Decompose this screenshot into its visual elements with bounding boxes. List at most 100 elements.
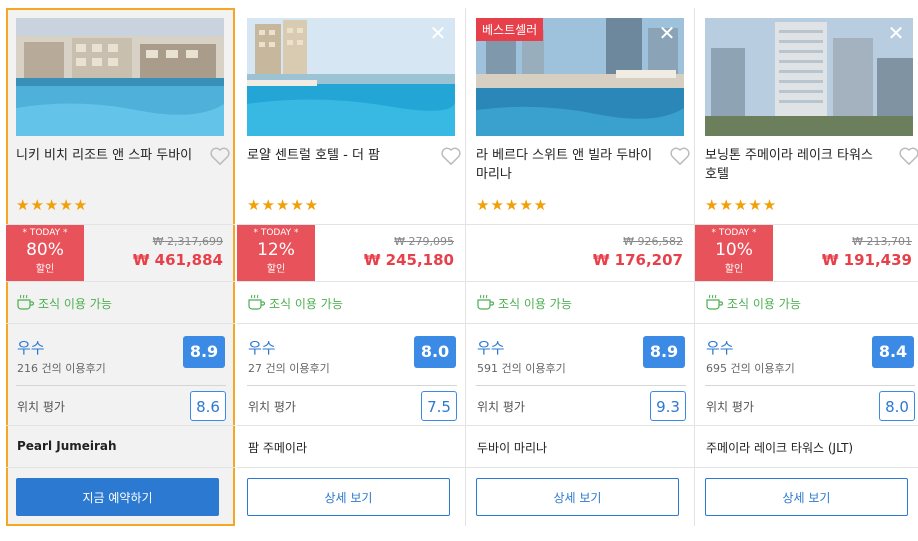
breakfast-label: 조식 이용 가능 bbox=[269, 297, 343, 311]
heart-icon[interactable] bbox=[209, 146, 231, 166]
hotel-name[interactable]: 로얄 센트럴 호텔 - 더 팜 bbox=[247, 146, 427, 165]
today-label: * TODAY * bbox=[22, 228, 68, 238]
card-footer: 상세 보기 bbox=[237, 467, 466, 528]
heart-icon[interactable] bbox=[440, 146, 462, 166]
location-score-badge: 8.6 bbox=[190, 391, 226, 421]
card-footer: 상세 보기 bbox=[466, 467, 695, 528]
original-price: ₩ 926,582 bbox=[623, 235, 683, 248]
review-label: 우수 bbox=[17, 339, 45, 357]
breakfast-label: 조식 이용 가능 bbox=[498, 297, 572, 311]
close-icon[interactable]: ✕ bbox=[887, 23, 905, 43]
review-summary: 우수 695 건의 이용후기 8.4 bbox=[695, 323, 918, 386]
review-count[interactable]: 695 건의 이용후기 bbox=[706, 360, 795, 376]
breakfast-info: 조식 이용 가능 bbox=[695, 281, 918, 324]
coffee-cup-icon bbox=[17, 294, 34, 310]
location-rating: 위치 평가 7.5 bbox=[247, 385, 457, 426]
close-icon[interactable]: ✕ bbox=[429, 23, 447, 43]
breakfast-info: 조식 이용 가능 bbox=[6, 281, 235, 324]
today-discount-badge: * TODAY * 12% 할인 bbox=[237, 225, 315, 282]
location-score-badge: 8.0 bbox=[879, 391, 915, 421]
star-rating: ★★★★★ bbox=[16, 196, 89, 214]
sale-price: ₩ 245,180 bbox=[363, 251, 454, 269]
review-label: 우수 bbox=[248, 339, 276, 357]
review-label: 우수 bbox=[477, 339, 505, 357]
price-row: ₩ 926,582 ₩ 176,207 bbox=[466, 224, 695, 282]
sale-price: ₩ 191,439 bbox=[821, 251, 912, 269]
breakfast-info: 조식 이용 가능 bbox=[237, 281, 466, 324]
review-score-badge: 8.4 bbox=[872, 336, 914, 368]
hotel-card[interactable]: ✕ 보닝톤 주메이라 레이크 타워스 호텔 ★★★★★ * TODAY * 10… bbox=[695, 8, 918, 526]
coffee-cup-icon bbox=[477, 294, 494, 310]
hotel-photo[interactable]: ✕ bbox=[247, 18, 455, 136]
price-row: * TODAY * 12% 할인 ₩ 279,095 ₩ 245,180 bbox=[237, 224, 466, 282]
hotel-name[interactable]: 니키 비치 리조트 앤 스파 두바이 bbox=[16, 146, 196, 165]
hotel-card[interactable]: 베스트셀러 ✕ 라 베르다 스위트 앤 빌라 두바이 마리나 ★★★★★ ₩ 9… bbox=[466, 8, 695, 526]
breakfast-label: 조식 이용 가능 bbox=[38, 297, 112, 311]
discount-suffix: 할인 bbox=[35, 264, 55, 275]
review-score-badge: 8.9 bbox=[643, 336, 685, 368]
review-score-badge: 8.0 bbox=[414, 336, 456, 368]
hotel-area: Pearl Jumeirah bbox=[6, 425, 235, 468]
price-row: * TODAY * 80% 할인 ₩ 2,317,699 ₩ 461,884 bbox=[6, 224, 235, 282]
price-row: * TODAY * 10% 할인 ₩ 213,701 ₩ 191,439 bbox=[695, 224, 918, 282]
original-price: ₩ 213,701 bbox=[852, 235, 912, 248]
review-summary: 우수 27 건의 이용후기 8.0 bbox=[237, 323, 466, 386]
sale-price: ₩ 176,207 bbox=[592, 251, 683, 269]
breakfast-info: 조식 이용 가능 bbox=[466, 281, 695, 324]
book-now-button[interactable]: 지금 예약하기 bbox=[16, 478, 219, 516]
original-price: ₩ 2,317,699 bbox=[152, 235, 223, 248]
today-discount-badge: * TODAY * 80% 할인 bbox=[6, 225, 84, 282]
card-footer: 지금 예약하기 bbox=[6, 467, 235, 528]
area-name: Pearl Jumeirah bbox=[17, 439, 117, 453]
coffee-cup-icon bbox=[248, 294, 265, 310]
location-label: 위치 평가 bbox=[17, 400, 65, 414]
review-count[interactable]: 27 건의 이용후기 bbox=[248, 360, 330, 376]
location-rating: 위치 평가 9.3 bbox=[476, 385, 686, 426]
sale-price: ₩ 461,884 bbox=[132, 251, 223, 269]
heart-icon[interactable] bbox=[669, 146, 691, 166]
review-score-badge: 8.9 bbox=[183, 336, 225, 368]
location-rating: 위치 평가 8.6 bbox=[16, 385, 226, 426]
card-footer: 상세 보기 bbox=[695, 467, 918, 528]
discount-percent: 10% bbox=[715, 240, 753, 260]
hotel-photo[interactable] bbox=[16, 18, 224, 136]
location-score-badge: 7.5 bbox=[421, 391, 457, 421]
hotel-photo[interactable]: ✕ bbox=[705, 18, 913, 136]
location-label: 위치 평가 bbox=[248, 400, 296, 414]
hotel-name[interactable]: 보닝톤 주메이라 레이크 타워스 호텔 bbox=[705, 146, 885, 184]
hotel-name[interactable]: 라 베르다 스위트 앤 빌라 두바이 마리나 bbox=[476, 146, 656, 184]
location-label: 위치 평가 bbox=[477, 400, 525, 414]
location-rating: 위치 평가 8.0 bbox=[705, 385, 915, 426]
review-label: 우수 bbox=[706, 339, 734, 357]
coffee-cup-icon bbox=[706, 294, 723, 310]
hotel-area: 주메이라 레이크 타워스 (JLT) bbox=[695, 425, 918, 468]
hotel-card[interactable]: 니키 비치 리조트 앤 스파 두바이 ★★★★★ * TODAY * 80% 할… bbox=[6, 8, 235, 526]
discount-percent: 12% bbox=[257, 240, 295, 260]
bestseller-badge: 베스트셀러 bbox=[476, 18, 544, 41]
today-discount-badge: * TODAY * 10% 할인 bbox=[695, 225, 773, 282]
hotel-card[interactable]: ✕ 로얄 센트럴 호텔 - 더 팜 ★★★★★ * TODAY * 12% 할인… bbox=[237, 8, 466, 526]
original-price: ₩ 279,095 bbox=[394, 235, 454, 248]
review-count[interactable]: 591 건의 이용후기 bbox=[477, 360, 566, 376]
today-label: * TODAY * bbox=[253, 228, 299, 238]
view-details-button[interactable]: 상세 보기 bbox=[476, 478, 679, 516]
location-label: 위치 평가 bbox=[706, 400, 754, 414]
area-name: 팜 주메이라 bbox=[248, 441, 308, 455]
review-count[interactable]: 216 건의 이용후기 bbox=[17, 360, 106, 376]
hotel-area: 팜 주메이라 bbox=[237, 425, 466, 468]
close-icon[interactable]: ✕ bbox=[658, 23, 676, 43]
view-details-button[interactable]: 상세 보기 bbox=[247, 478, 450, 516]
hotel-photo[interactable]: 베스트셀러 ✕ bbox=[476, 18, 684, 136]
breakfast-label: 조식 이용 가능 bbox=[727, 297, 801, 311]
location-score-badge: 9.3 bbox=[650, 391, 686, 421]
today-label: * TODAY * bbox=[711, 228, 757, 238]
star-rating: ★★★★★ bbox=[705, 196, 778, 214]
review-summary: 우수 216 건의 이용후기 8.9 bbox=[6, 323, 235, 386]
discount-percent: 80% bbox=[26, 240, 64, 260]
view-details-button[interactable]: 상세 보기 bbox=[705, 478, 908, 516]
hotel-area: 두바이 마리나 bbox=[466, 425, 695, 468]
heart-icon[interactable] bbox=[898, 146, 918, 166]
area-name: 두바이 마리나 bbox=[477, 441, 548, 455]
star-rating: ★★★★★ bbox=[247, 196, 320, 214]
area-name: 주메이라 레이크 타워스 (JLT) bbox=[706, 441, 854, 455]
